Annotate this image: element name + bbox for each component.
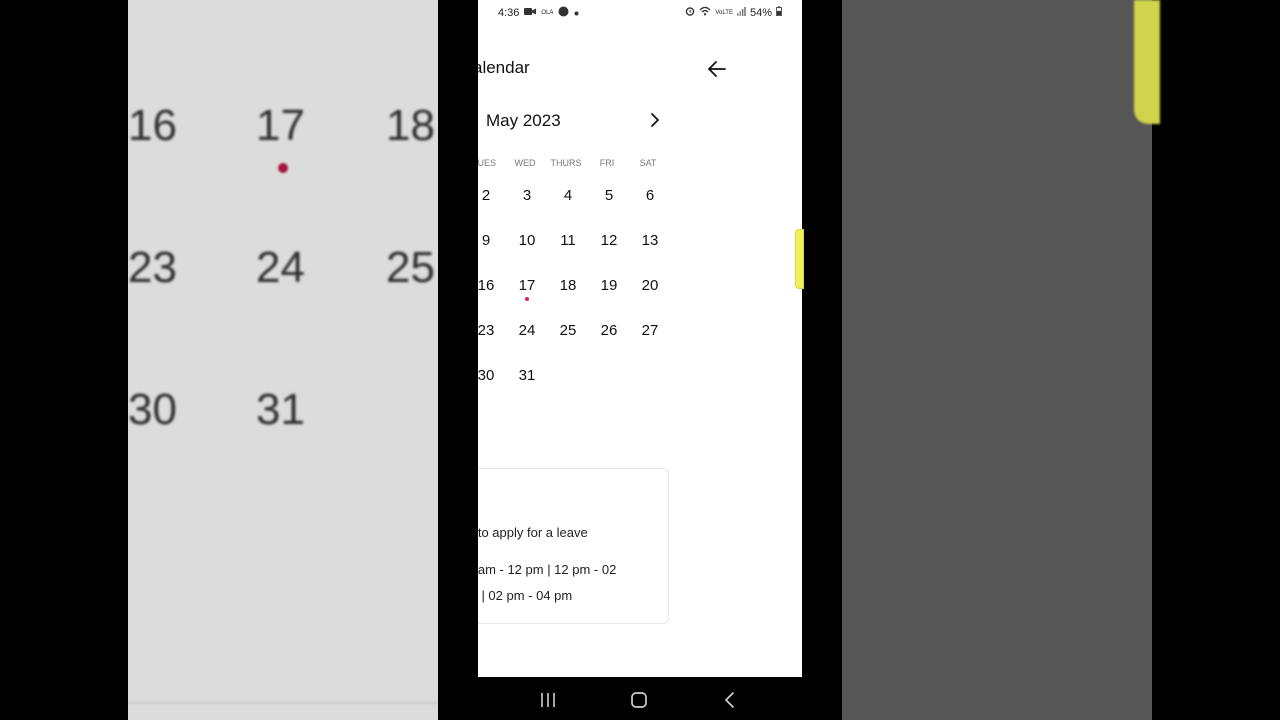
leave-instruction: e to apply for a leave [478,525,588,540]
leave-slots-line-1: 0 am - 12 pm | 12 pm - 02 [478,562,617,577]
calendar-day[interactable]: 18 [548,277,588,294]
record-dot-icon [558,6,569,20]
bg-yellow-tab [1134,0,1160,124]
network-label: VoLTE [715,9,733,16]
calendar-day[interactable]: 13 [630,232,670,249]
alarm-icon [685,6,695,19]
battery-icon [776,6,782,19]
calendar-day[interactable]: 16 [478,277,506,294]
status-time: 4:36 [498,7,520,19]
calendar-day[interactable]: 9 [478,232,506,249]
calendar-day[interactable]: 30 [478,367,506,384]
calendar-day[interactable]: 4 [548,187,588,204]
chevron-right-icon [651,113,659,127]
status-bar: 4:36 OLA VoLTE 54% [478,0,802,24]
recent-apps-icon [541,693,555,707]
calendar-day-with-event[interactable]: 17 [507,277,547,294]
calendar-day[interactable]: 25 [548,322,588,339]
calendar-day[interactable]: 31 [507,367,547,384]
bg-number: 18 [386,101,435,150]
calendar-day[interactable]: 19 [589,277,629,294]
signal-icon [736,6,746,19]
video-camera-icon [524,7,537,19]
system-back-button[interactable] [718,688,742,712]
back-button[interactable] [704,56,730,82]
calendar-day[interactable]: 12 [589,232,629,249]
calendar-day[interactable]: 27 [630,322,670,339]
weekday-label: SAT [639,158,657,168]
weekday-label: THURS [550,158,582,168]
home-icon [631,692,647,708]
bg-number: 25 [386,243,435,292]
weekday-label: FRI [599,158,615,168]
leave-slots-line-2: m | 02 pm - 04 pm [478,588,573,603]
system-nav-bar [478,680,802,720]
weekday-label: WED [514,158,536,168]
wifi-icon [699,6,711,19]
bg-divider [128,702,438,704]
side-tab-handle[interactable] [795,229,804,289]
calendar-day[interactable]: 3 [507,187,547,204]
calendar-day[interactable]: 10 [507,232,547,249]
bg-number: 31 [256,385,305,434]
background-blur-right [842,0,1152,720]
calendar-day[interactable]: 24 [507,322,547,339]
bg-number: 16 [128,101,177,150]
calendar-day[interactable]: 23 [478,322,506,339]
calendar-day[interactable]: 6 [630,187,670,204]
leave-info-card: e to apply for a leave 0 am - 12 pm | 12… [478,468,669,624]
bg-number: 24 [256,243,305,292]
recent-apps-button[interactable] [536,688,560,712]
calendar-day[interactable]: 20 [630,277,670,294]
bg-number: 17 [256,101,305,150]
battery-percent: 54% [749,6,772,19]
status-bar-left: 4:36 OLA [498,6,579,20]
bg-number: 30 [128,385,177,434]
next-month-button[interactable] [644,109,666,131]
bg-number: 23 [128,243,177,292]
arrow-left-icon [708,61,726,77]
chevron-left-icon [725,692,734,708]
weekday-label: UES [478,158,496,168]
calendar-day[interactable]: 5 [589,187,629,204]
status-bar-right: VoLTE 54% [685,6,782,19]
notification-dot-icon [574,7,579,19]
calendar-day[interactable]: 2 [478,187,506,204]
background-blur-left: 16 17 18 23 24 25 30 31 [128,0,438,720]
month-label: May 2023 [486,111,561,130]
page-title: alendar [478,58,530,77]
home-button[interactable] [627,688,651,712]
calendar-day[interactable]: 26 [589,322,629,339]
phone-screen: 4:36 OLA VoLTE 54% alendar May 2023 UES … [478,0,802,677]
event-dot [525,297,529,301]
bg-event-dot [278,163,288,173]
calendar-day[interactable]: 11 [548,232,588,249]
status-carrier-tag: OLA [541,10,554,16]
